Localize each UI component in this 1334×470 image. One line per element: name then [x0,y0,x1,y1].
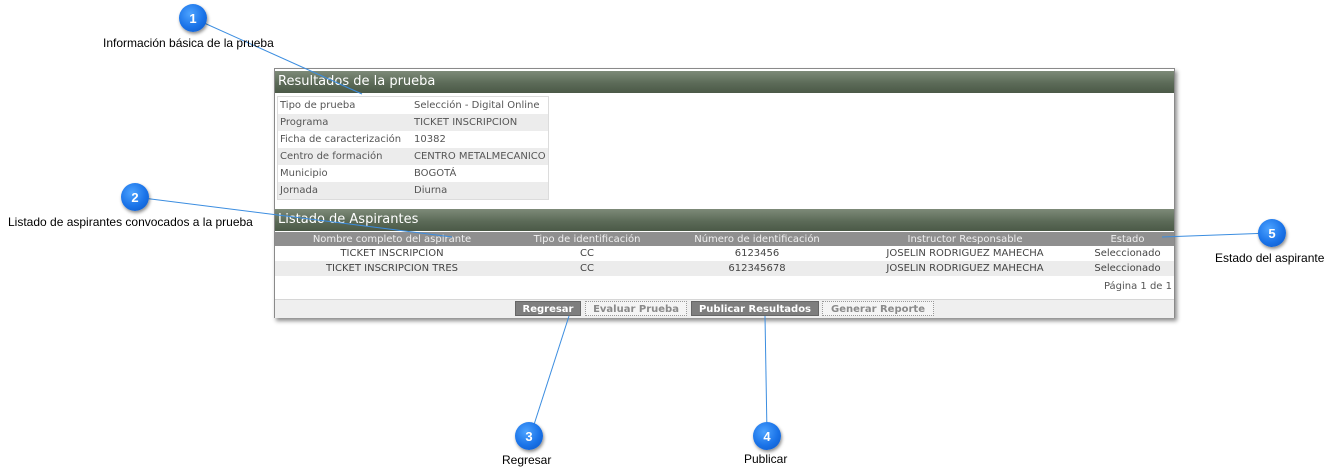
table-row[interactable]: TICKET INSCRIPCION TRES CC 612345678 JOS… [275,261,1174,276]
column-header-instructor[interactable]: Instructor Responsable [849,232,1081,246]
cell-id-type: CC [509,261,665,276]
cell-status: Seleccionado [1094,248,1161,259]
info-row: Tipo de prueba Selección - Digital Onlin… [278,97,549,115]
table-row[interactable]: TICKET INSCRIPCION CC 6123456 JOSELIN RO… [275,246,1174,261]
callout-label-1: Información básica de la prueba [103,36,274,50]
info-value: Diurna [412,182,549,200]
info-label: Programa [277,114,412,131]
cell-id-type: CC [580,248,594,259]
regresar-button[interactable]: Regresar [515,301,581,316]
results-section-header: Resultados de la prueba [275,71,1174,93]
info-label: Jornada [277,182,412,200]
cell-name: TICKET INSCRIPCION [340,248,444,259]
info-row: Jornada Diurna [277,182,549,200]
info-label: Ficha de caracterización [280,134,402,145]
generar-reporte-button[interactable]: Generar Reporte [822,301,934,316]
info-row: Ficha de caracterización 10382 [278,131,549,148]
test-results-panel: Resultados de la prueba Tipo de prueba S… [274,68,1175,318]
callout-badge-1: 1 [179,4,207,32]
column-header-id-type[interactable]: Tipo de identificación [509,232,665,246]
info-value: Selección - Digital Online [414,100,540,111]
info-label: Tipo de prueba [280,100,356,111]
info-row: Centro de formación CENTRO METALMECANICO [277,148,549,165]
info-label: Centro de formación [277,148,412,165]
applicants-section-header: Listado de Aspirantes [275,209,1174,231]
publicar-resultados-button[interactable]: Publicar Resultados [691,301,819,316]
cell-instructor: JOSELIN RODRIGUEZ MAHECHA [849,261,1081,276]
info-row: Municipio BOGOTÁ [278,165,549,182]
callout-label-4: Publicar [744,452,788,466]
callout-badge-3: 3 [515,422,543,450]
action-button-bar: Regresar Evaluar Prueba Publicar Resulta… [275,299,1174,318]
info-value: TICKET INSCRIPCION [412,114,549,131]
callout-label-3: Regresar [502,453,552,467]
cell-status: Seleccionado [1081,261,1174,276]
callout-label-2: Listado de aspirantes convocados a la pr… [8,215,253,229]
info-label: Municipio [280,168,328,179]
applicants-header-row: Nombre completo del aspirante Tipo de id… [275,232,1174,246]
info-value: BOGOTÁ [414,168,457,179]
evaluar-prueba-button[interactable]: Evaluar Prueba [585,301,687,316]
column-header-status[interactable]: Estado [1081,232,1174,246]
column-header-id-number[interactable]: Número de identificación [665,232,849,246]
applicants-table: Nombre completo del aspirante Tipo de id… [275,232,1174,276]
info-row: Programa TICKET INSCRIPCION [277,114,549,131]
callout-badge-5: 5 [1258,219,1286,247]
callout-badge-2: 2 [121,183,149,211]
test-info-table: Tipo de prueba Selección - Digital Onlin… [277,96,549,200]
info-value: CENTRO METALMECANICO [412,148,549,165]
cell-name: TICKET INSCRIPCION TRES [275,261,509,276]
info-value: 10382 [414,134,446,145]
callout-label-5: Estado del aspirante [1215,251,1325,265]
column-header-name[interactable]: Nombre completo del aspirante [275,232,509,246]
cell-instructor: JOSELIN RODRIGUEZ MAHECHA [886,248,1044,259]
pagination-text: Página 1 de 1 [1103,281,1172,292]
callout-badge-4: 4 [753,422,781,450]
cell-id-number: 6123456 [734,248,780,259]
cell-id-number: 612345678 [665,261,849,276]
